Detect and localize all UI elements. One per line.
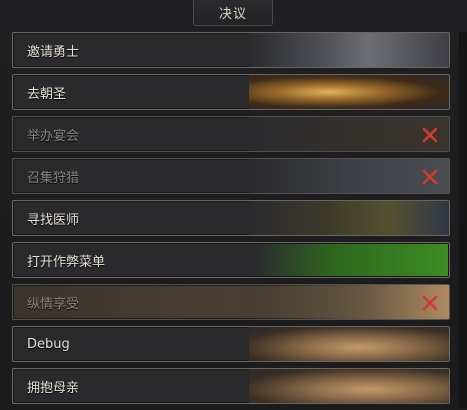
decision-label: 拥抱母亲 <box>27 380 80 396</box>
decision-artwork <box>249 285 449 319</box>
decision-host-hunt[interactable]: 召集狩猎 <box>12 158 450 194</box>
close-icon <box>422 127 438 143</box>
scrollbar-track[interactable] <box>459 32 467 408</box>
decision-host-feast[interactable]: 举办宴会 <box>12 116 450 152</box>
decision-indulge[interactable]: 纵情享受 <box>12 284 450 320</box>
decisions-panel: 决议 邀请勇士 去朝圣 举办宴会 召集狩猎 寻找医师 打开作弊菜单 纵情享受 D… <box>0 0 467 408</box>
decision-artwork <box>249 33 449 67</box>
decision-artwork <box>249 159 449 193</box>
decision-pilgrimage[interactable]: 去朝圣 <box>12 74 450 110</box>
decision-label: Debug <box>27 336 70 352</box>
decision-label: 去朝圣 <box>27 86 67 102</box>
decision-artwork <box>249 75 449 109</box>
close-icon <box>422 169 438 185</box>
decision-artwork <box>249 327 449 361</box>
close-icon <box>422 295 438 311</box>
decision-label: 打开作弊菜单 <box>27 254 106 270</box>
decision-invite-knights[interactable]: 邀请勇士 <box>12 32 450 68</box>
decision-label: 纵情享受 <box>27 296 80 312</box>
decision-artwork <box>249 117 449 151</box>
decision-list: 邀请勇士 去朝圣 举办宴会 召集狩猎 寻找医师 打开作弊菜单 纵情享受 Debu… <box>12 32 450 410</box>
decision-label: 召集狩猎 <box>27 170 80 186</box>
decision-find-physician[interactable]: 寻找医师 <box>12 200 450 236</box>
decision-label: 举办宴会 <box>27 128 80 144</box>
decision-open-cheat-menu[interactable]: 打开作弊菜单 <box>12 242 450 278</box>
decision-embrace-mother[interactable]: 拥抱母亲 <box>12 368 450 404</box>
decision-label: 邀请勇士 <box>27 44 80 60</box>
decision-debug[interactable]: Debug <box>12 326 450 362</box>
panel-title: 决议 <box>193 0 273 26</box>
decision-artwork <box>249 369 449 403</box>
decision-label: 寻找医师 <box>27 212 80 228</box>
decision-artwork <box>249 201 449 235</box>
